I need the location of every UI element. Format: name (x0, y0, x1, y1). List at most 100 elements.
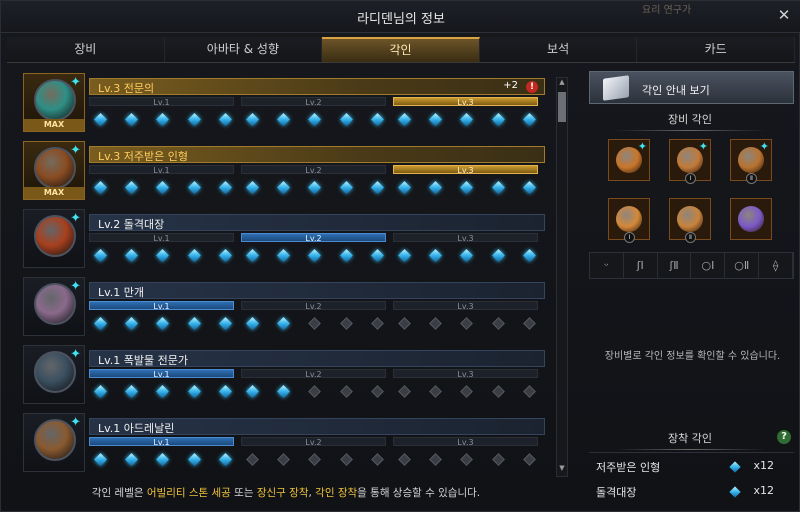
equipment-slot[interactable]: ✦ Ⅱ (730, 139, 772, 184)
scrollbar-thumb[interactable] (558, 92, 566, 122)
engraving-row[interactable]: ✦ Lv.1 만개 Lv.1 Lv.2 Lv.3 (23, 277, 547, 336)
level-bar: Lv.1 (89, 437, 234, 447)
scroll-up-icon[interactable]: ▲ (557, 78, 567, 90)
engraving-point-icon (246, 249, 259, 262)
level-bar: Lv.2 (241, 233, 386, 243)
gem-group (237, 382, 393, 402)
tab-gems[interactable]: 보석 (479, 37, 638, 62)
engraving-row[interactable]: ✦ Lv.1 폭발물 전문가 Lv.1 Lv.2 Lv.3 (23, 345, 547, 404)
engraving-point-icon (125, 385, 139, 398)
equipment-slot[interactable] (730, 198, 772, 240)
book-icon (603, 75, 629, 101)
add-icon[interactable]: ✦ (70, 75, 81, 90)
gem-group (85, 110, 241, 130)
level-bar: Lv.1 (89, 165, 234, 175)
engraving-point-icon (187, 249, 201, 262)
add-icon[interactable]: ✦ (70, 143, 81, 158)
engraving-point-icon (491, 113, 505, 126)
engraving-point-icon (277, 385, 291, 398)
equipment-slot[interactable]: ✦ Ⅰ (669, 139, 711, 184)
engraving-name-bar: Lv.1 폭발물 전문가 (89, 350, 545, 367)
engraving-point-icon (156, 181, 170, 194)
special-engraving-icon: ✦ (637, 140, 647, 153)
engraving-point-icon (308, 113, 322, 126)
help-icon[interactable]: ? (777, 430, 791, 444)
tab-cards[interactable]: 카드 (637, 37, 795, 62)
engraving-point-icon (339, 385, 353, 398)
add-icon[interactable]: ✦ (70, 347, 81, 362)
special-engraving-icon: ✦ (698, 140, 708, 153)
engraving-point-icon (94, 113, 107, 126)
engraving-point-icon (125, 453, 139, 466)
engraving-point-icon (156, 385, 170, 398)
engraving-point-icon (460, 317, 474, 330)
equipped-engraving-row[interactable]: 돌격대장 x12 (596, 484, 796, 502)
add-icon[interactable]: ✦ (70, 415, 81, 430)
tab-engraving[interactable]: 각인 (322, 37, 480, 62)
gem-group (389, 178, 545, 198)
footer-highlight-accessory: 장신구 장착 (256, 487, 309, 499)
engraving-point-icon (339, 181, 353, 194)
level-bar: Lv.1 (89, 301, 234, 311)
level-bar: Lv.3 (393, 437, 538, 447)
engraving-portrait[interactable]: ✦ (23, 277, 85, 336)
engraving-portrait[interactable]: ✦ (23, 413, 85, 472)
tab-avatar-tendency[interactable]: 아바타 & 성향 (164, 37, 323, 62)
gem-group (85, 314, 241, 334)
equipment-engraving-title: 장비 각인 (584, 111, 796, 131)
engraving-row[interactable]: ✦ MAX Lv.3 저주받은 인형 Lv.1 Lv.2 Lv.3 (23, 141, 547, 200)
equipment-slot[interactable]: Ⅰ (608, 198, 650, 243)
engraving-point-icon (94, 453, 107, 466)
engraving-point-icon (277, 249, 291, 262)
engraving-point-icon (218, 453, 232, 466)
scroll-down-icon[interactable]: ▼ (557, 464, 567, 476)
engraving-row[interactable]: ✦ Lv.2 돌격대장 Lv.1 Lv.2 Lv.3 (23, 209, 547, 268)
engraving-point-icon (218, 249, 232, 262)
engraving-portrait[interactable]: ✦ (23, 345, 85, 404)
tab-equipment[interactable]: 장비 (7, 37, 165, 62)
ring-2-slot-icon[interactable]: ○Ⅱ (725, 253, 760, 278)
ability-stone-slot-icon[interactable]: ⟠ (759, 253, 793, 278)
engraving-point-icon (398, 113, 411, 126)
add-icon[interactable]: ✦ (70, 279, 81, 294)
engraving-point-icon (246, 317, 259, 330)
gem-group (85, 178, 241, 198)
level-bar: Lv.3 (393, 97, 538, 107)
slot-number-badge: Ⅰ (624, 232, 635, 243)
engraving-point-icon (246, 385, 259, 398)
footer-text-prefix: 각인 레벨은 (91, 487, 147, 499)
ring-1-slot-icon[interactable]: ○Ⅰ (691, 253, 726, 278)
engraving-guide-button[interactable]: 각인 안내 보기 (589, 71, 794, 104)
engraving-point-icon (339, 317, 353, 330)
engraving-point-icon (125, 113, 139, 126)
engraving-point-icon (460, 385, 474, 398)
scrollbar[interactable]: ▲ ▼ (556, 77, 568, 477)
engraving-row[interactable]: ✦ MAX Lv.3 전문의 +2! Lv.1 Lv.2 Lv.3 (23, 73, 547, 132)
engraving-portrait[interactable]: ✦ MAX (23, 73, 85, 132)
close-icon[interactable]: ✕ (775, 6, 793, 24)
engraving-portrait[interactable]: ✦ (23, 209, 85, 268)
equipped-engraving-row[interactable]: 저주받은 인형 x12 (596, 459, 796, 477)
engraving-name-bar: Lv.1 아드레날린 (89, 418, 545, 435)
earring-2-slot-icon[interactable]: ʃⅡ (658, 253, 692, 278)
add-icon[interactable]: ✦ (70, 211, 81, 226)
engraving-point-icon (429, 453, 443, 466)
engraving-name: Lv.1 폭발물 전문가 (98, 354, 188, 367)
engraving-row[interactable]: ✦ Lv.1 아드레날린 Lv.1 Lv.2 Lv.3 (23, 413, 547, 472)
gem-group (85, 450, 241, 470)
earring-1-slot-icon[interactable]: ʃⅠ (624, 253, 658, 278)
engraving-point-icon (156, 249, 170, 262)
equipment-info-text: 장비별로 각인 정보를 확인할 수 있습니다. (604, 351, 781, 362)
engraving-point-icon (187, 453, 201, 466)
engraving-point-icon (522, 113, 536, 126)
engraving-portrait[interactable]: ✦ MAX (23, 141, 85, 200)
engraving-point-icon (522, 385, 536, 398)
engraving-point-icon (218, 113, 232, 126)
necklace-slot-icon[interactable]: ᵕ (590, 253, 624, 278)
alert-icon[interactable]: ! (526, 81, 538, 93)
equipment-slot[interactable]: ✦ (608, 139, 650, 181)
level-bar: Lv.1 (89, 233, 234, 243)
level-bar: Lv.2 (241, 301, 386, 311)
equipment-slot[interactable]: Ⅱ (669, 198, 711, 243)
engraving-point-icon (94, 385, 107, 398)
